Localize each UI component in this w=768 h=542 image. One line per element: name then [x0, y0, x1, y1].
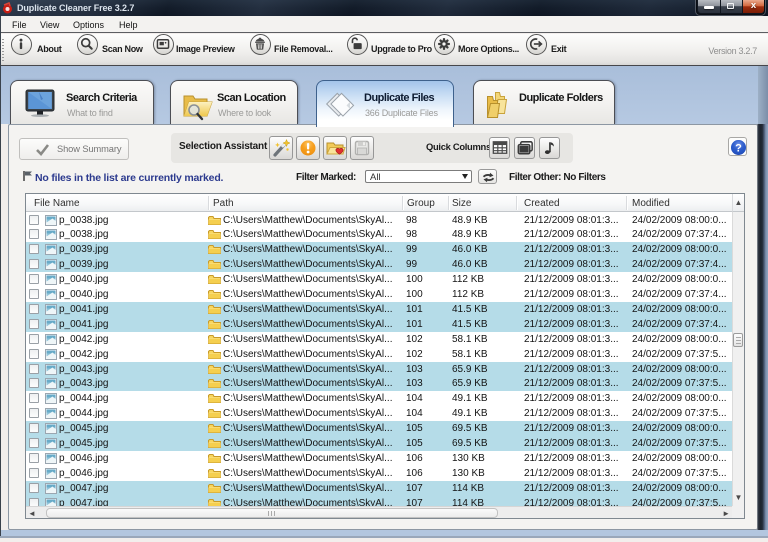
- svg-text:?: ?: [735, 143, 742, 155]
